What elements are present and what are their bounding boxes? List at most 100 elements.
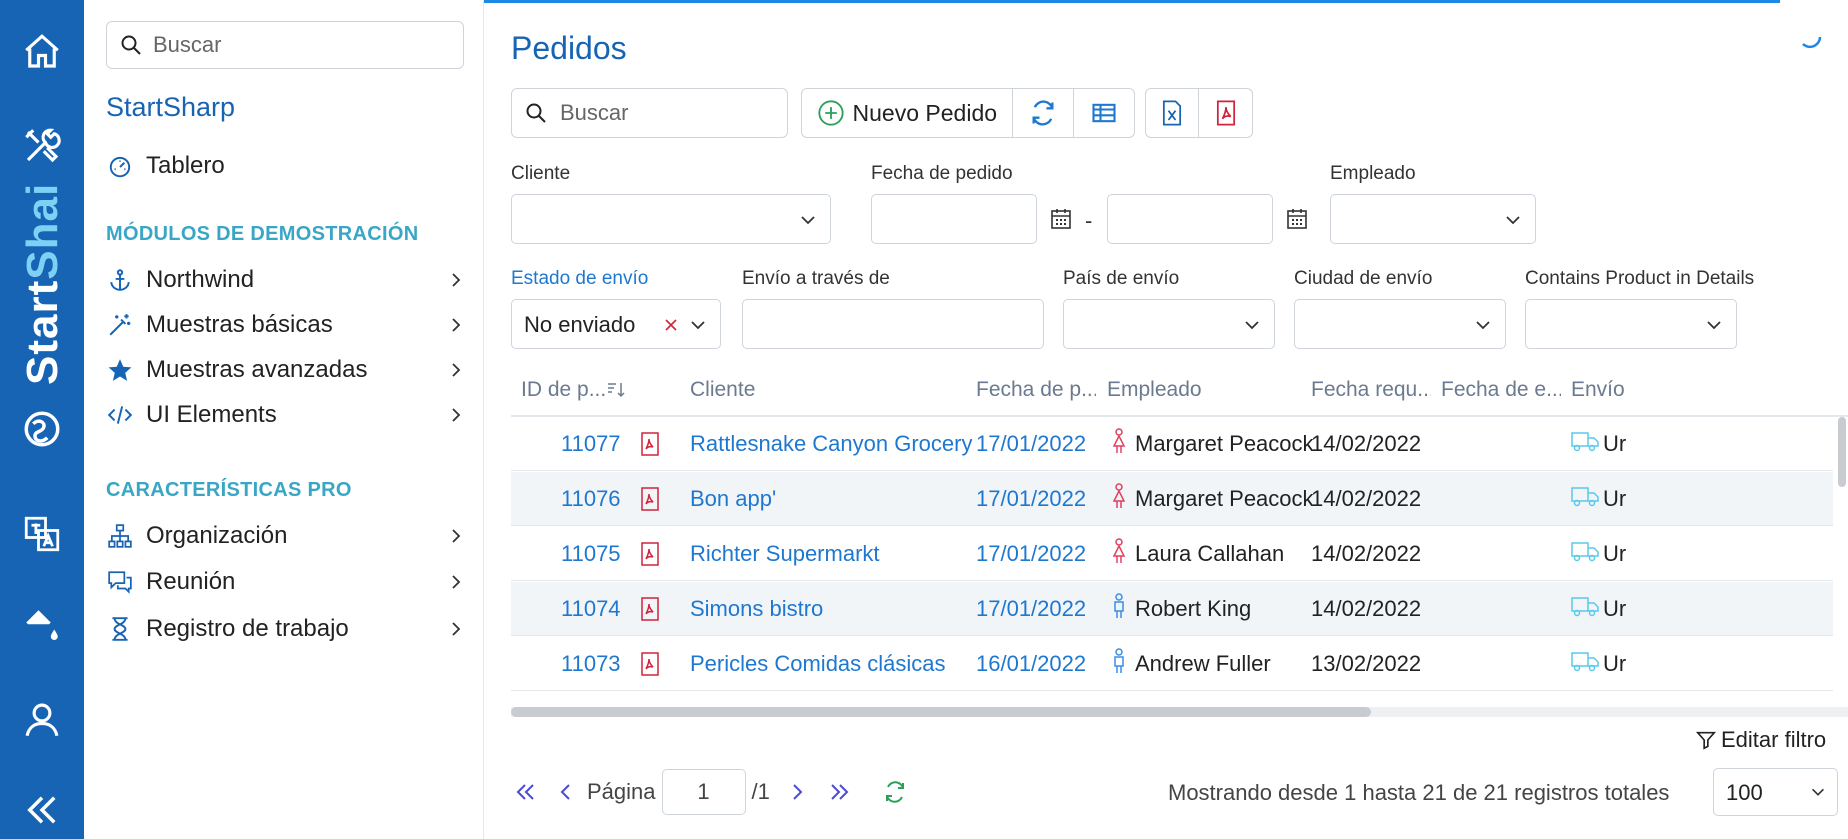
order-date-from-input[interactable] — [871, 194, 1037, 244]
order-date-cell[interactable]: 17/01/2022 — [976, 582, 1086, 636]
vertical-scrollbar[interactable] — [1838, 417, 1846, 487]
filter-label-customer: Cliente — [511, 163, 571, 184]
translate-icon[interactable] — [18, 510, 66, 558]
column-header-required-date[interactable]: Fecha requ... — [1311, 365, 1431, 415]
calendar-icon[interactable] — [1049, 207, 1073, 231]
refresh-icon — [1032, 100, 1054, 126]
employee-select[interactable] — [1330, 194, 1536, 244]
reload-icon[interactable] — [880, 777, 910, 807]
column-picker-button[interactable] — [1074, 89, 1134, 137]
chevron-down-icon — [1476, 321, 1490, 330]
sidebar-search-input[interactable]: Buscar — [106, 21, 464, 69]
new-order-button[interactable]: Nuevo Pedido — [802, 89, 1013, 137]
customer-link[interactable]: Rattlesnake Canyon Grocery — [690, 417, 972, 471]
filter-icon — [1695, 731, 1717, 750]
order-id-link[interactable]: 11073 — [561, 637, 621, 691]
table-row[interactable]: 11075 Richter Supermarkt 17/01/2022 Laura C… — [511, 527, 1833, 581]
ship-city-select[interactable] — [1294, 299, 1506, 349]
horizontal-scrollbar[interactable] — [511, 707, 1371, 717]
chevron-right-icon — [452, 318, 461, 332]
paint-bucket-icon[interactable] — [18, 602, 66, 650]
chat-icon — [106, 568, 134, 596]
column-header-employee[interactable]: Empleado — [1107, 365, 1297, 415]
order-id-link[interactable]: 11077 — [561, 417, 621, 471]
column-header-id[interactable]: ID de p... — [521, 365, 631, 415]
customer-link[interactable]: Pericles Comidas clásicas — [690, 637, 946, 691]
chevron-down-icon — [1506, 216, 1520, 225]
pdf-report-icon[interactable] — [639, 582, 661, 636]
loading-spinner-icon — [1802, 36, 1822, 49]
order-date-to-input[interactable] — [1107, 194, 1273, 244]
edit-filter-button[interactable]: Editar filtro — [1695, 727, 1826, 753]
excel-export-button[interactable] — [1146, 89, 1200, 137]
grid-search-placeholder: Buscar — [560, 100, 629, 125]
sidebar-item-meeting[interactable]: Reunión — [106, 562, 466, 602]
order-date-cell[interactable]: 17/01/2022 — [976, 472, 1086, 526]
sidebar-item-basic-samples[interactable]: Muestras básicas — [106, 305, 466, 345]
pdf-report-icon[interactable] — [639, 637, 661, 691]
table-columns-icon — [1092, 103, 1116, 123]
calendar-icon[interactable] — [1285, 207, 1309, 231]
ship-via-cell: Ur — [1571, 582, 1633, 636]
user-icon[interactable] — [18, 696, 66, 744]
ship-via-input[interactable] — [742, 299, 1044, 349]
table-row[interactable]: 11073 Pericles Comidas clásicas 16/01/2022… — [511, 637, 1833, 691]
filter-label-contains-product: Contains Product in Details — [1525, 268, 1755, 289]
table-row[interactable]: 11076 Bon app' 17/01/2022 Margaret Peacock 1… — [511, 472, 1833, 526]
chevron-down-icon — [1812, 788, 1824, 796]
column-header-ship-via[interactable]: Envío c — [1571, 365, 1631, 415]
section-header-pro: CARACTERÍSTICAS PRO — [106, 479, 352, 501]
employee-cell: Andrew Fuller — [1111, 637, 1271, 691]
order-date-cell[interactable]: 17/01/2022 — [976, 527, 1086, 581]
prev-page-icon[interactable] — [551, 777, 581, 807]
order-date-cell[interactable]: 16/01/2022 — [976, 637, 1086, 691]
collapse-icon[interactable] — [18, 786, 66, 834]
employee-cell: Margaret Peacock — [1111, 417, 1314, 471]
truck-icon — [1571, 485, 1603, 513]
pdf-export-button[interactable] — [1199, 89, 1252, 137]
sidebar-item-northwind[interactable]: Northwind — [106, 260, 466, 300]
customer-select[interactable] — [511, 194, 831, 244]
pdf-report-icon[interactable] — [639, 472, 661, 526]
refresh-button[interactable] — [1013, 89, 1075, 137]
sidebar-item-dashboard[interactable]: Tablero — [106, 146, 466, 186]
tools-icon[interactable] — [18, 122, 66, 170]
female-icon — [1111, 538, 1135, 570]
pdf-report-icon[interactable] — [639, 527, 661, 581]
grid-search-input[interactable]: Buscar — [511, 88, 788, 138]
order-id-link[interactable]: 11076 — [561, 472, 621, 526]
record-count-status: Mostrando desde 1 hasta 21 de 21 registr… — [1168, 780, 1670, 805]
sidebar-item-organization[interactable]: Organización — [106, 516, 466, 556]
table-row[interactable]: 11074 Simons bistro 17/01/2022 Robert King 1… — [511, 582, 1833, 636]
ship-country-select[interactable] — [1063, 299, 1275, 349]
customer-link[interactable]: Bon app' — [690, 472, 776, 526]
order-id-link[interactable]: 11075 — [561, 527, 621, 581]
ship-status-select[interactable]: No enviado — [511, 299, 721, 349]
ship-via-cell: Ur — [1571, 527, 1633, 581]
order-id-link[interactable]: 11074 — [561, 582, 621, 636]
sidebar-item-work-log[interactable]: Registro de trabajo — [106, 609, 466, 649]
column-header-shipped-date[interactable]: Fecha de e... — [1441, 365, 1561, 415]
table-row[interactable]: 11077 Rattlesnake Canyon Grocery 17/01/202… — [511, 417, 1833, 471]
clear-icon[interactable] — [664, 318, 678, 332]
customer-link[interactable]: Simons bistro — [690, 582, 823, 636]
order-date-cell[interactable]: 17/01/2022 — [976, 417, 1086, 471]
column-header-order-date[interactable]: Fecha de p... — [976, 365, 1096, 415]
chevron-right-icon — [452, 575, 461, 589]
sidebar-search-placeholder: Buscar — [153, 32, 222, 57]
contains-product-select[interactable] — [1525, 299, 1737, 349]
last-page-icon[interactable] — [824, 777, 854, 807]
brand-title[interactable]: StartSharp — [106, 92, 235, 123]
page-size-select[interactable]: 100 — [1713, 768, 1838, 816]
customer-link[interactable]: Richter Supermarkt — [690, 527, 880, 581]
page-number-input[interactable]: 1 — [661, 769, 746, 815]
first-page-icon[interactable] — [511, 777, 541, 807]
next-page-icon[interactable] — [782, 777, 812, 807]
sidebar-item-label: Muestras avanzadas — [146, 356, 368, 383]
home-icon[interactable] — [18, 28, 66, 76]
sidebar-item-advanced-samples[interactable]: Muestras avanzadas — [106, 350, 466, 390]
sidebar-item-ui-elements[interactable]: UI Elements — [106, 395, 466, 435]
pdf-report-icon[interactable] — [639, 417, 661, 471]
column-header-customer[interactable]: Cliente — [690, 365, 960, 415]
main-content: Pedidos Buscar Nuevo Pedido Cliente Fech… — [485, 0, 1848, 839]
